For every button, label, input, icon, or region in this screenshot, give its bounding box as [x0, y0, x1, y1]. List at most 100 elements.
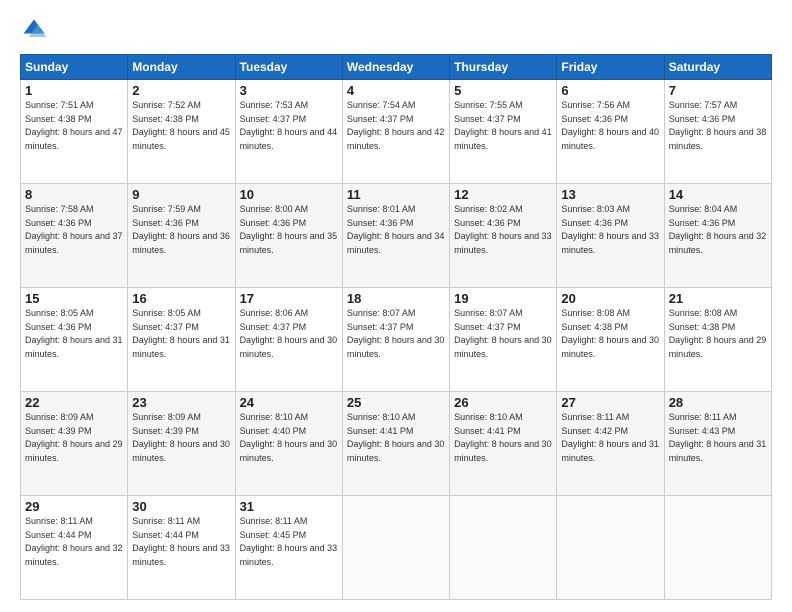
- calendar-cell: 25 Sunrise: 8:10 AMSunset: 4:41 PMDaylig…: [342, 392, 449, 496]
- day-info: Sunrise: 7:52 AMSunset: 4:38 PMDaylight:…: [132, 100, 230, 151]
- calendar-cell: [664, 496, 771, 600]
- day-info: Sunrise: 8:10 AMSunset: 4:41 PMDaylight:…: [347, 412, 445, 463]
- calendar-cell: 16 Sunrise: 8:05 AMSunset: 4:37 PMDaylig…: [128, 288, 235, 392]
- day-number: 27: [561, 395, 659, 410]
- calendar-cell: 6 Sunrise: 7:56 AMSunset: 4:36 PMDayligh…: [557, 80, 664, 184]
- day-info: Sunrise: 8:08 AMSunset: 4:38 PMDaylight:…: [669, 308, 767, 359]
- day-number: 21: [669, 291, 767, 306]
- day-number: 24: [240, 395, 338, 410]
- calendar-header-row: SundayMondayTuesdayWednesdayThursdayFrid…: [21, 55, 772, 80]
- day-number: 8: [25, 187, 123, 202]
- day-number: 13: [561, 187, 659, 202]
- day-number: 14: [669, 187, 767, 202]
- calendar-cell: 19 Sunrise: 8:07 AMSunset: 4:37 PMDaylig…: [450, 288, 557, 392]
- day-info: Sunrise: 8:10 AMSunset: 4:40 PMDaylight:…: [240, 412, 338, 463]
- day-info: Sunrise: 8:01 AMSunset: 4:36 PMDaylight:…: [347, 204, 445, 255]
- week-row-4: 22 Sunrise: 8:09 AMSunset: 4:39 PMDaylig…: [21, 392, 772, 496]
- calendar-cell: 29 Sunrise: 8:11 AMSunset: 4:44 PMDaylig…: [21, 496, 128, 600]
- day-info: Sunrise: 8:10 AMSunset: 4:41 PMDaylight:…: [454, 412, 552, 463]
- day-info: Sunrise: 8:05 AMSunset: 4:36 PMDaylight:…: [25, 308, 123, 359]
- col-header-monday: Monday: [128, 55, 235, 80]
- calendar-cell: 28 Sunrise: 8:11 AMSunset: 4:43 PMDaylig…: [664, 392, 771, 496]
- calendar-cell: [342, 496, 449, 600]
- calendar-cell: [450, 496, 557, 600]
- calendar-cell: 27 Sunrise: 8:11 AMSunset: 4:42 PMDaylig…: [557, 392, 664, 496]
- day-info: Sunrise: 8:00 AMSunset: 4:36 PMDaylight:…: [240, 204, 338, 255]
- day-info: Sunrise: 7:53 AMSunset: 4:37 PMDaylight:…: [240, 100, 338, 151]
- day-number: 5: [454, 83, 552, 98]
- day-info: Sunrise: 8:11 AMSunset: 4:44 PMDaylight:…: [25, 516, 123, 567]
- day-info: Sunrise: 8:06 AMSunset: 4:37 PMDaylight:…: [240, 308, 338, 359]
- day-info: Sunrise: 8:11 AMSunset: 4:43 PMDaylight:…: [669, 412, 767, 463]
- day-number: 3: [240, 83, 338, 98]
- col-header-sunday: Sunday: [21, 55, 128, 80]
- day-info: Sunrise: 7:51 AMSunset: 4:38 PMDaylight:…: [25, 100, 123, 151]
- day-number: 31: [240, 499, 338, 514]
- day-number: 23: [132, 395, 230, 410]
- calendar-cell: 17 Sunrise: 8:06 AMSunset: 4:37 PMDaylig…: [235, 288, 342, 392]
- day-number: 16: [132, 291, 230, 306]
- calendar-cell: 4 Sunrise: 7:54 AMSunset: 4:37 PMDayligh…: [342, 80, 449, 184]
- calendar-cell: 23 Sunrise: 8:09 AMSunset: 4:39 PMDaylig…: [128, 392, 235, 496]
- day-number: 10: [240, 187, 338, 202]
- calendar-cell: 7 Sunrise: 7:57 AMSunset: 4:36 PMDayligh…: [664, 80, 771, 184]
- day-number: 28: [669, 395, 767, 410]
- day-info: Sunrise: 7:58 AMSunset: 4:36 PMDaylight:…: [25, 204, 123, 255]
- calendar-cell: 18 Sunrise: 8:07 AMSunset: 4:37 PMDaylig…: [342, 288, 449, 392]
- day-number: 11: [347, 187, 445, 202]
- day-info: Sunrise: 8:09 AMSunset: 4:39 PMDaylight:…: [132, 412, 230, 463]
- day-number: 20: [561, 291, 659, 306]
- logo: [20, 16, 52, 44]
- week-row-3: 15 Sunrise: 8:05 AMSunset: 4:36 PMDaylig…: [21, 288, 772, 392]
- week-row-5: 29 Sunrise: 8:11 AMSunset: 4:44 PMDaylig…: [21, 496, 772, 600]
- day-info: Sunrise: 8:11 AMSunset: 4:42 PMDaylight:…: [561, 412, 659, 463]
- day-info: Sunrise: 7:57 AMSunset: 4:36 PMDaylight:…: [669, 100, 767, 151]
- calendar-cell: 14 Sunrise: 8:04 AMSunset: 4:36 PMDaylig…: [664, 184, 771, 288]
- day-info: Sunrise: 7:56 AMSunset: 4:36 PMDaylight:…: [561, 100, 659, 151]
- calendar-cell: 5 Sunrise: 7:55 AMSunset: 4:37 PMDayligh…: [450, 80, 557, 184]
- calendar-cell: 22 Sunrise: 8:09 AMSunset: 4:39 PMDaylig…: [21, 392, 128, 496]
- calendar-cell: 31 Sunrise: 8:11 AMSunset: 4:45 PMDaylig…: [235, 496, 342, 600]
- day-number: 1: [25, 83, 123, 98]
- day-info: Sunrise: 7:54 AMSunset: 4:37 PMDaylight:…: [347, 100, 445, 151]
- calendar-cell: 10 Sunrise: 8:00 AMSunset: 4:36 PMDaylig…: [235, 184, 342, 288]
- calendar-cell: 9 Sunrise: 7:59 AMSunset: 4:36 PMDayligh…: [128, 184, 235, 288]
- day-info: Sunrise: 8:08 AMSunset: 4:38 PMDaylight:…: [561, 308, 659, 359]
- page: SundayMondayTuesdayWednesdayThursdayFrid…: [0, 0, 792, 612]
- day-info: Sunrise: 8:09 AMSunset: 4:39 PMDaylight:…: [25, 412, 123, 463]
- day-number: 19: [454, 291, 552, 306]
- day-info: Sunrise: 8:02 AMSunset: 4:36 PMDaylight:…: [454, 204, 552, 255]
- col-header-saturday: Saturday: [664, 55, 771, 80]
- calendar-cell: 20 Sunrise: 8:08 AMSunset: 4:38 PMDaylig…: [557, 288, 664, 392]
- day-number: 2: [132, 83, 230, 98]
- day-number: 12: [454, 187, 552, 202]
- calendar-cell: 21 Sunrise: 8:08 AMSunset: 4:38 PMDaylig…: [664, 288, 771, 392]
- day-number: 9: [132, 187, 230, 202]
- day-number: 30: [132, 499, 230, 514]
- calendar-cell: 11 Sunrise: 8:01 AMSunset: 4:36 PMDaylig…: [342, 184, 449, 288]
- calendar-cell: 2 Sunrise: 7:52 AMSunset: 4:38 PMDayligh…: [128, 80, 235, 184]
- calendar-cell: 12 Sunrise: 8:02 AMSunset: 4:36 PMDaylig…: [450, 184, 557, 288]
- col-header-tuesday: Tuesday: [235, 55, 342, 80]
- calendar-cell: 30 Sunrise: 8:11 AMSunset: 4:44 PMDaylig…: [128, 496, 235, 600]
- day-info: Sunrise: 8:07 AMSunset: 4:37 PMDaylight:…: [454, 308, 552, 359]
- calendar-cell: 1 Sunrise: 7:51 AMSunset: 4:38 PMDayligh…: [21, 80, 128, 184]
- calendar: SundayMondayTuesdayWednesdayThursdayFrid…: [20, 54, 772, 600]
- calendar-cell: 8 Sunrise: 7:58 AMSunset: 4:36 PMDayligh…: [21, 184, 128, 288]
- day-info: Sunrise: 8:03 AMSunset: 4:36 PMDaylight:…: [561, 204, 659, 255]
- week-row-1: 1 Sunrise: 7:51 AMSunset: 4:38 PMDayligh…: [21, 80, 772, 184]
- day-info: Sunrise: 8:11 AMSunset: 4:44 PMDaylight:…: [132, 516, 230, 567]
- col-header-friday: Friday: [557, 55, 664, 80]
- day-number: 4: [347, 83, 445, 98]
- day-info: Sunrise: 8:07 AMSunset: 4:37 PMDaylight:…: [347, 308, 445, 359]
- week-row-2: 8 Sunrise: 7:58 AMSunset: 4:36 PMDayligh…: [21, 184, 772, 288]
- col-header-wednesday: Wednesday: [342, 55, 449, 80]
- calendar-cell: [557, 496, 664, 600]
- day-number: 26: [454, 395, 552, 410]
- day-number: 7: [669, 83, 767, 98]
- day-number: 29: [25, 499, 123, 514]
- logo-icon: [20, 16, 48, 44]
- day-info: Sunrise: 8:05 AMSunset: 4:37 PMDaylight:…: [132, 308, 230, 359]
- calendar-cell: 3 Sunrise: 7:53 AMSunset: 4:37 PMDayligh…: [235, 80, 342, 184]
- calendar-cell: 15 Sunrise: 8:05 AMSunset: 4:36 PMDaylig…: [21, 288, 128, 392]
